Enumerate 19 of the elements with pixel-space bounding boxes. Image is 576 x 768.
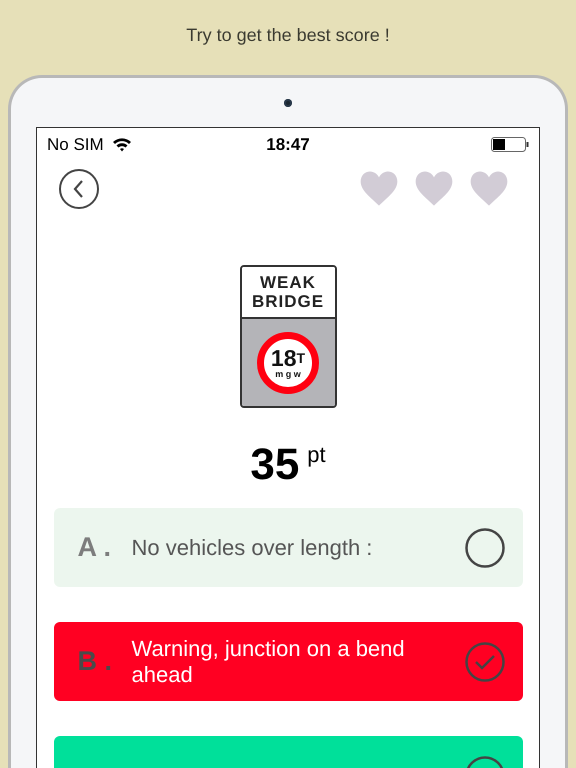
wifi-icon: [112, 137, 132, 152]
back-button[interactable]: [59, 168, 99, 208]
heart-icon: [359, 168, 399, 208]
chevron-left-icon: [72, 178, 86, 198]
sign-limit: 18T: [270, 346, 306, 368]
sign-subtext: m g w: [275, 368, 301, 378]
answer-option[interactable]: B . Warning, junction on a bend ahead: [54, 622, 522, 701]
score-unit: pt: [307, 441, 326, 469]
caption: Try to get the best score !: [186, 25, 390, 46]
sign-text: BRIDGE: [252, 292, 324, 311]
status-time: 18:47: [266, 134, 310, 154]
camera-icon: [284, 98, 292, 106]
battery-icon: [491, 137, 529, 152]
carrier-label: No SIM: [47, 134, 104, 154]
heart-icon: [414, 168, 454, 208]
answer-option[interactable]: A . No vehicles over length :: [54, 508, 522, 587]
score-value: 35: [250, 440, 300, 490]
sign-text: WEAK: [260, 273, 316, 292]
heart-icon: [469, 168, 509, 208]
